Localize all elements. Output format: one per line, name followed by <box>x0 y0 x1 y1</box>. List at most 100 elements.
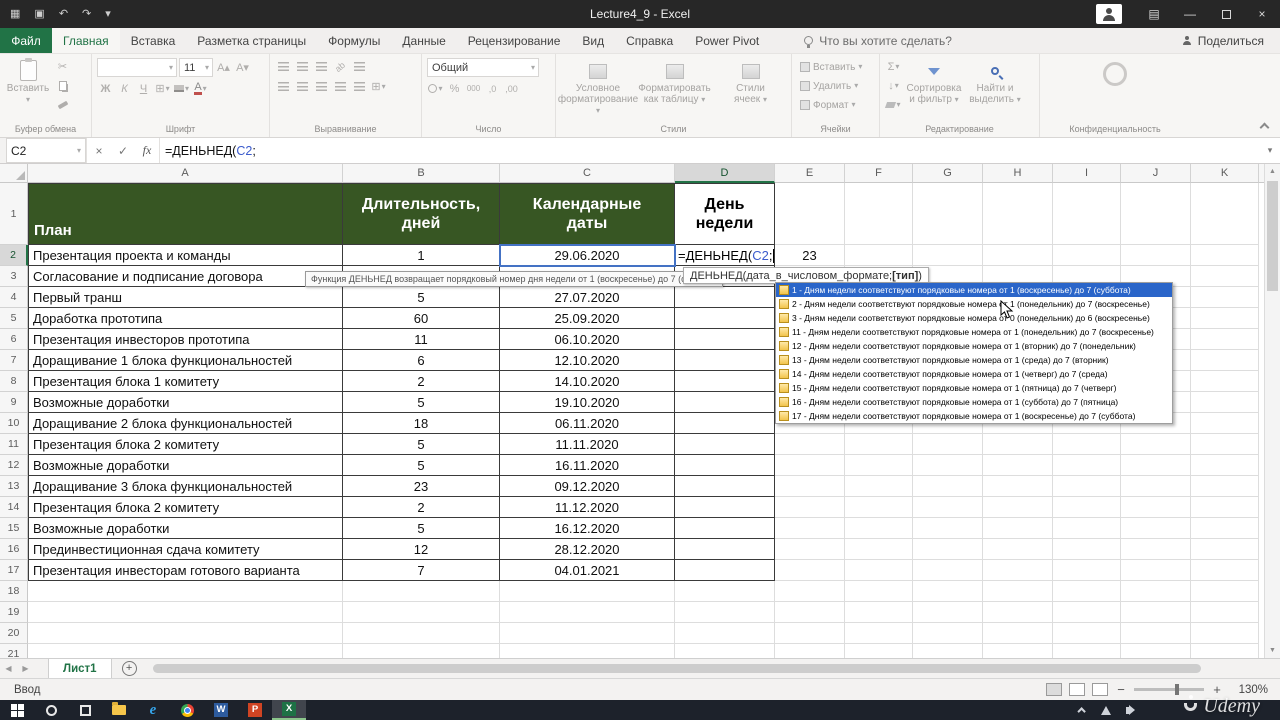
cell-K4[interactable] <box>1191 287 1259 308</box>
cell-C13[interactable]: 09.12.2020 <box>500 476 675 497</box>
cell-J19[interactable] <box>1121 602 1191 623</box>
cell-C21[interactable] <box>500 644 675 658</box>
cell-I16[interactable] <box>1053 539 1121 560</box>
close-button[interactable]: × <box>1244 0 1280 28</box>
cell-E13[interactable] <box>775 476 845 497</box>
zoom-slider[interactable] <box>1134 688 1204 691</box>
find-select-button[interactable]: Найти ивыделить ▾ <box>966 58 1024 113</box>
cell-F13[interactable] <box>845 476 913 497</box>
row-header-14[interactable]: 14 <box>0 497 28 518</box>
cell-styles-button[interactable]: Стилиячеек ▾ <box>714 58 787 116</box>
cell-K8[interactable] <box>1191 371 1259 392</box>
taskbar-excel[interactable] <box>272 700 306 720</box>
row-header-3[interactable]: 3 <box>0 266 28 287</box>
cell-G12[interactable] <box>913 455 983 476</box>
cell-D16[interactable] <box>675 539 775 560</box>
cell-B13[interactable]: 23 <box>343 476 500 497</box>
tab-power-pivot[interactable]: Power Pivot <box>684 28 770 53</box>
cell-A11[interactable]: Презентация блока 2 комитету <box>28 434 343 455</box>
fill-button[interactable]: ↓ ▾ <box>885 77 902 94</box>
cell-K5[interactable] <box>1191 308 1259 329</box>
cell-A17[interactable]: Презентация инвесторам готового варианта <box>28 560 343 581</box>
cell-C7[interactable]: 12.10.2020 <box>500 350 675 371</box>
cell-H18[interactable] <box>983 581 1053 602</box>
cell-B7[interactable]: 6 <box>343 350 500 371</box>
cell-A19[interactable] <box>28 602 343 623</box>
cell-A7[interactable]: Доращивание 1 блока функциональностей <box>28 350 343 371</box>
cell-B19[interactable] <box>343 602 500 623</box>
horizontal-scrollbar-thumb[interactable] <box>153 664 1202 673</box>
cell-G18[interactable] <box>913 581 983 602</box>
comma-style-button[interactable]: 000 <box>465 80 482 97</box>
cell-H1[interactable] <box>983 183 1053 245</box>
sort-filter-button[interactable]: Сортировкаи фильтр ▾ <box>905 58 963 113</box>
row-header-4[interactable]: 4 <box>0 287 28 308</box>
number-format-select[interactable]: Общий▾ <box>427 58 539 77</box>
cell-D9[interactable] <box>675 392 775 413</box>
cell-G19[interactable] <box>913 602 983 623</box>
cell-K21[interactable] <box>1191 644 1259 658</box>
cell-A14[interactable]: Презентация блока 2 комитету <box>28 497 343 518</box>
cell-J2[interactable] <box>1121 245 1191 266</box>
cell-E20[interactable] <box>775 623 845 644</box>
cell-G21[interactable] <box>913 644 983 658</box>
column-header-K[interactable]: K <box>1191 164 1259 183</box>
decrease-decimal-button[interactable]: ,00 <box>503 80 520 97</box>
scroll-down-arrow-icon[interactable]: ▼ <box>1265 643 1280 658</box>
cell-C15[interactable]: 16.12.2020 <box>500 518 675 539</box>
tab-data[interactable]: Данные <box>391 28 456 53</box>
align-left-button[interactable] <box>275 78 292 95</box>
cell-I14[interactable] <box>1053 497 1121 518</box>
cell-E12[interactable] <box>775 455 845 476</box>
cell-D17[interactable] <box>675 560 775 581</box>
column-header-F[interactable]: F <box>845 164 913 183</box>
cell-H14[interactable] <box>983 497 1053 518</box>
cell-G13[interactable] <box>913 476 983 497</box>
cell-G1[interactable] <box>913 183 983 245</box>
customize-quick-access-chevron-icon[interactable]: ▾ <box>105 9 111 20</box>
cell-K10[interactable] <box>1191 413 1259 434</box>
cell-J16[interactable] <box>1121 539 1191 560</box>
tab-home[interactable]: Главная <box>52 28 120 53</box>
align-center-button[interactable] <box>294 78 311 95</box>
cell-A8[interactable]: Презентация блока 1 комитету <box>28 371 343 392</box>
cell-F2[interactable] <box>845 245 913 266</box>
cell-A10[interactable]: Доращивание 2 блока функциональностей <box>28 413 343 434</box>
accounting-format-button[interactable]: ▾ <box>427 80 444 97</box>
cell-F15[interactable] <box>845 518 913 539</box>
cell-K19[interactable] <box>1191 602 1259 623</box>
cell-B14[interactable]: 2 <box>343 497 500 518</box>
row-header-20[interactable]: 20 <box>0 623 28 644</box>
row-header-10[interactable]: 10 <box>0 413 28 434</box>
name-box[interactable]: C2 ▾ <box>6 138 86 163</box>
merge-center-button[interactable]: ⊞ ▾ <box>370 78 387 95</box>
cell-B10[interactable]: 18 <box>343 413 500 434</box>
file-tab[interactable]: Файл <box>0 28 52 53</box>
cell-B4[interactable]: 5 <box>343 287 500 308</box>
paste-button[interactable]: Вставить ▾ <box>5 58 51 113</box>
cell-G20[interactable] <box>913 623 983 644</box>
cell-J1[interactable] <box>1121 183 1191 245</box>
cell-G17[interactable] <box>913 560 983 581</box>
cell-D4[interactable] <box>675 287 775 308</box>
increase-indent-button[interactable] <box>351 78 368 95</box>
cell-H15[interactable] <box>983 518 1053 539</box>
cell-C12[interactable]: 16.11.2020 <box>500 455 675 476</box>
cell-E18[interactable] <box>775 581 845 602</box>
increase-font-button[interactable]: А▴ <box>215 59 232 76</box>
zoom-level[interactable]: 130% <box>1230 684 1268 696</box>
taskbar-edge[interactable] <box>136 700 170 720</box>
font-name-select[interactable]: ▾ <box>97 58 177 77</box>
cell-J11[interactable] <box>1121 434 1191 455</box>
page-layout-view-button[interactable] <box>1069 683 1085 696</box>
cell-C16[interactable]: 28.12.2020 <box>500 539 675 560</box>
cell-C17[interactable]: 04.01.2021 <box>500 560 675 581</box>
tray-expand-chevron-icon[interactable] <box>1077 707 1085 715</box>
cell-B6[interactable]: 11 <box>343 329 500 350</box>
cell-B15[interactable]: 5 <box>343 518 500 539</box>
row-header-13[interactable]: 13 <box>0 476 28 497</box>
cell-C18[interactable] <box>500 581 675 602</box>
cell-H13[interactable] <box>983 476 1053 497</box>
cell-G11[interactable] <box>913 434 983 455</box>
cell-A18[interactable] <box>28 581 343 602</box>
